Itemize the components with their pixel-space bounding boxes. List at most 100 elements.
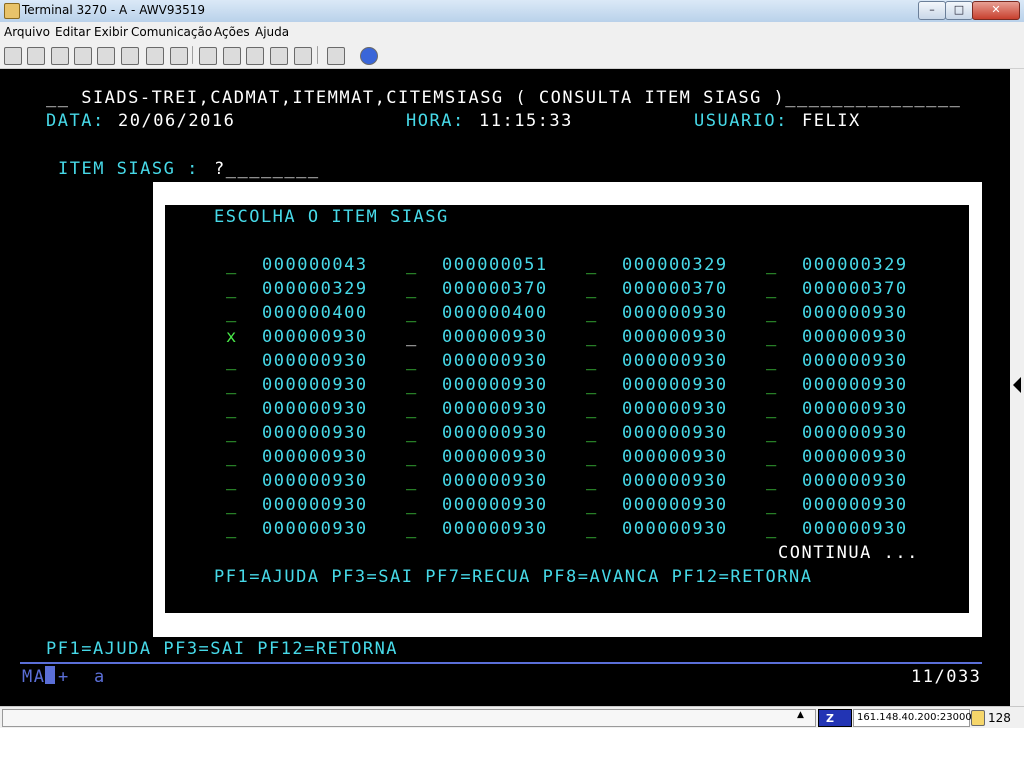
- item-code: 000000043: [262, 255, 368, 275]
- select-field[interactable]: _: [586, 471, 598, 491]
- select-field[interactable]: _: [406, 327, 418, 347]
- select-field[interactable]: _: [586, 375, 598, 395]
- minimize-button[interactable]: –: [918, 1, 946, 20]
- select-field[interactable]: _: [586, 279, 598, 299]
- settings-icon[interactable]: [294, 47, 312, 65]
- keypad-icon[interactable]: [170, 47, 188, 65]
- oia-line: [20, 662, 982, 664]
- print-icon[interactable]: [4, 47, 22, 65]
- select-field[interactable]: _: [226, 351, 238, 371]
- close-button[interactable]: ✕: [972, 1, 1020, 20]
- usuario-value: FELIX: [802, 111, 861, 131]
- select-field[interactable]: x: [226, 327, 238, 347]
- side-panel-toggle[interactable]: [1010, 69, 1024, 706]
- select-field[interactable]: _: [586, 327, 598, 347]
- select-field[interactable]: _: [766, 519, 778, 539]
- item-code: 000000930: [622, 447, 728, 467]
- item-code: 000000329: [262, 279, 368, 299]
- menu-exibir[interactable]: Exibir: [94, 25, 128, 39]
- transfer-icon[interactable]: [199, 47, 217, 65]
- menu-arquivo[interactable]: Arquivo: [4, 25, 50, 39]
- select-field[interactable]: _: [226, 255, 238, 275]
- select-field[interactable]: _: [406, 423, 418, 443]
- item-code: 000000930: [262, 399, 368, 419]
- select-field[interactable]: _: [226, 279, 238, 299]
- select-field[interactable]: _: [586, 399, 598, 419]
- item-code: 000000930: [622, 471, 728, 491]
- select-field[interactable]: _: [406, 255, 418, 275]
- select-field[interactable]: _: [586, 495, 598, 515]
- select-field[interactable]: _: [406, 351, 418, 371]
- select-field[interactable]: _: [406, 399, 418, 419]
- send-icon[interactable]: [246, 47, 264, 65]
- status-a: a: [94, 667, 106, 687]
- select-field[interactable]: _: [586, 255, 598, 275]
- select-field[interactable]: _: [586, 423, 598, 443]
- page-setup-icon[interactable]: [51, 47, 69, 65]
- select-field[interactable]: _: [766, 279, 778, 299]
- select-field[interactable]: _: [226, 471, 238, 491]
- disconnect-icon[interactable]: [270, 47, 288, 65]
- item-code: 000000370: [622, 279, 728, 299]
- select-field[interactable]: _: [586, 303, 598, 323]
- select-field[interactable]: _: [766, 399, 778, 419]
- select-field[interactable]: _: [586, 447, 598, 467]
- help-icon[interactable]: [360, 47, 378, 65]
- select-field[interactable]: _: [406, 303, 418, 323]
- menu-ajuda[interactable]: Ajuda: [255, 25, 289, 39]
- select-field[interactable]: _: [226, 375, 238, 395]
- select-field[interactable]: _: [406, 447, 418, 467]
- item-code: 000000930: [622, 327, 728, 347]
- copy-icon[interactable]: [97, 47, 115, 65]
- receive-icon[interactable]: [223, 47, 241, 65]
- select-field[interactable]: _: [226, 447, 238, 467]
- collapse-arrow-icon[interactable]: [1013, 377, 1021, 393]
- select-field[interactable]: _: [766, 423, 778, 443]
- scroll-up-icon[interactable]: ▲: [797, 710, 804, 720]
- item-code: 000000930: [262, 495, 368, 515]
- item-code: 000000930: [442, 327, 548, 347]
- terminal-screen[interactable]: __ SIADS-TREI,CADMAT,ITEMMAT,CITEMSIASG …: [0, 69, 1010, 706]
- item-code: 000000370: [802, 279, 908, 299]
- item-code: 000000400: [442, 303, 548, 323]
- select-field[interactable]: _: [226, 423, 238, 443]
- about-icon[interactable]: [327, 47, 345, 65]
- select-field[interactable]: _: [766, 447, 778, 467]
- menu-editar[interactable]: Editar: [55, 25, 91, 39]
- print-setup-icon[interactable]: [27, 47, 45, 65]
- select-field[interactable]: _: [586, 519, 598, 539]
- select-field[interactable]: _: [226, 495, 238, 515]
- select-field[interactable]: _: [226, 399, 238, 419]
- item-code: 000000930: [622, 495, 728, 515]
- item-code: 000000400: [262, 303, 368, 323]
- select-field[interactable]: _: [766, 375, 778, 395]
- select-field[interactable]: _: [406, 519, 418, 539]
- select-field[interactable]: _: [226, 519, 238, 539]
- app-icon: [4, 3, 20, 19]
- item-code: 000000930: [442, 495, 548, 515]
- select-field[interactable]: _: [406, 375, 418, 395]
- select-field[interactable]: _: [586, 351, 598, 371]
- item-code: 000000930: [262, 519, 368, 539]
- select-field[interactable]: _: [766, 495, 778, 515]
- encryption-bits: 128: [988, 711, 1011, 725]
- menu-comunicacao[interactable]: Comunicação: [131, 25, 212, 39]
- select-field[interactable]: _: [226, 303, 238, 323]
- cut-icon[interactable]: [74, 47, 92, 65]
- select-field[interactable]: _: [406, 471, 418, 491]
- item-siasg-field[interactable]: ?________: [214, 159, 320, 179]
- item-code: 000000930: [622, 303, 728, 323]
- item-code: 000000051: [442, 255, 548, 275]
- select-field[interactable]: _: [766, 255, 778, 275]
- menu-acoes[interactable]: Ações: [214, 25, 250, 39]
- select-field[interactable]: _: [406, 279, 418, 299]
- select-field[interactable]: _: [766, 327, 778, 347]
- select-field[interactable]: _: [766, 351, 778, 371]
- maximize-button[interactable]: □: [945, 1, 973, 20]
- paste-icon[interactable]: [121, 47, 139, 65]
- item-code: 000000930: [802, 519, 908, 539]
- select-field[interactable]: _: [766, 303, 778, 323]
- select-field[interactable]: _: [406, 495, 418, 515]
- select-field[interactable]: _: [766, 471, 778, 491]
- macro-icon[interactable]: [146, 47, 164, 65]
